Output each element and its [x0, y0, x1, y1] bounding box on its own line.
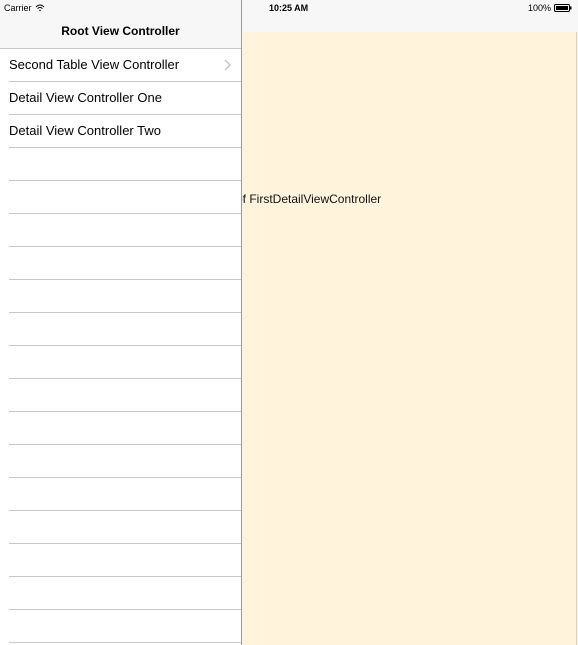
empty-table-row — [9, 445, 241, 478]
master-status-bar: Carrier — [0, 0, 241, 16]
empty-table-row — [9, 577, 241, 610]
status-carrier: Carrier — [4, 3, 45, 13]
cell-label: Detail View Controller One — [9, 90, 162, 105]
empty-table-row — [9, 181, 241, 214]
cell-label: Second Table View Controller — [9, 57, 180, 72]
empty-table-row — [9, 346, 241, 379]
table-row-detail-view-controller-two[interactable]: Detail View Controller Two — [9, 115, 241, 148]
status-battery: 100% — [528, 3, 572, 13]
table-row-detail-view-controller-one[interactable]: Detail View Controller One — [9, 82, 241, 115]
nav-title: Root View Controller — [61, 24, 180, 38]
wifi-icon — [35, 4, 44, 12]
detail-top-bar — [241, 16, 578, 32]
empty-table-row — [9, 379, 241, 412]
master-table-view: Carrier Root View Controller Second Tabl… — [0, 0, 242, 645]
chevron-right-icon — [224, 59, 231, 71]
battery-percent: 100% — [527, 3, 551, 13]
empty-table-row — [9, 148, 241, 181]
empty-table-row — [9, 214, 241, 247]
carrier-label: Carrier — [4, 3, 32, 13]
battery-icon — [554, 4, 572, 12]
cell-label: Detail View Controller Two — [9, 123, 161, 138]
status-time: 10:25 AM — [269, 3, 309, 13]
empty-table-row — [9, 511, 241, 544]
empty-table-row — [9, 247, 241, 280]
detail-view — [241, 32, 578, 645]
empty-table-row — [9, 478, 241, 511]
right-edge-divider — [576, 32, 577, 645]
empty-table-row — [9, 412, 241, 445]
detail-label: of FirstDetailViewController — [236, 192, 382, 206]
empty-table-row — [9, 313, 241, 346]
screen: 10:25 AM 100% of FirstDetailViewControll… — [0, 0, 578, 645]
empty-table-row — [9, 280, 241, 313]
navigation-bar: Root View Controller — [0, 16, 241, 49]
table-row-second-table-view-controller[interactable]: Second Table View Controller — [9, 49, 241, 82]
empty-table-row — [9, 610, 241, 643]
table: Second Table View Controller Detail View… — [0, 49, 241, 645]
empty-table-row — [9, 544, 241, 577]
